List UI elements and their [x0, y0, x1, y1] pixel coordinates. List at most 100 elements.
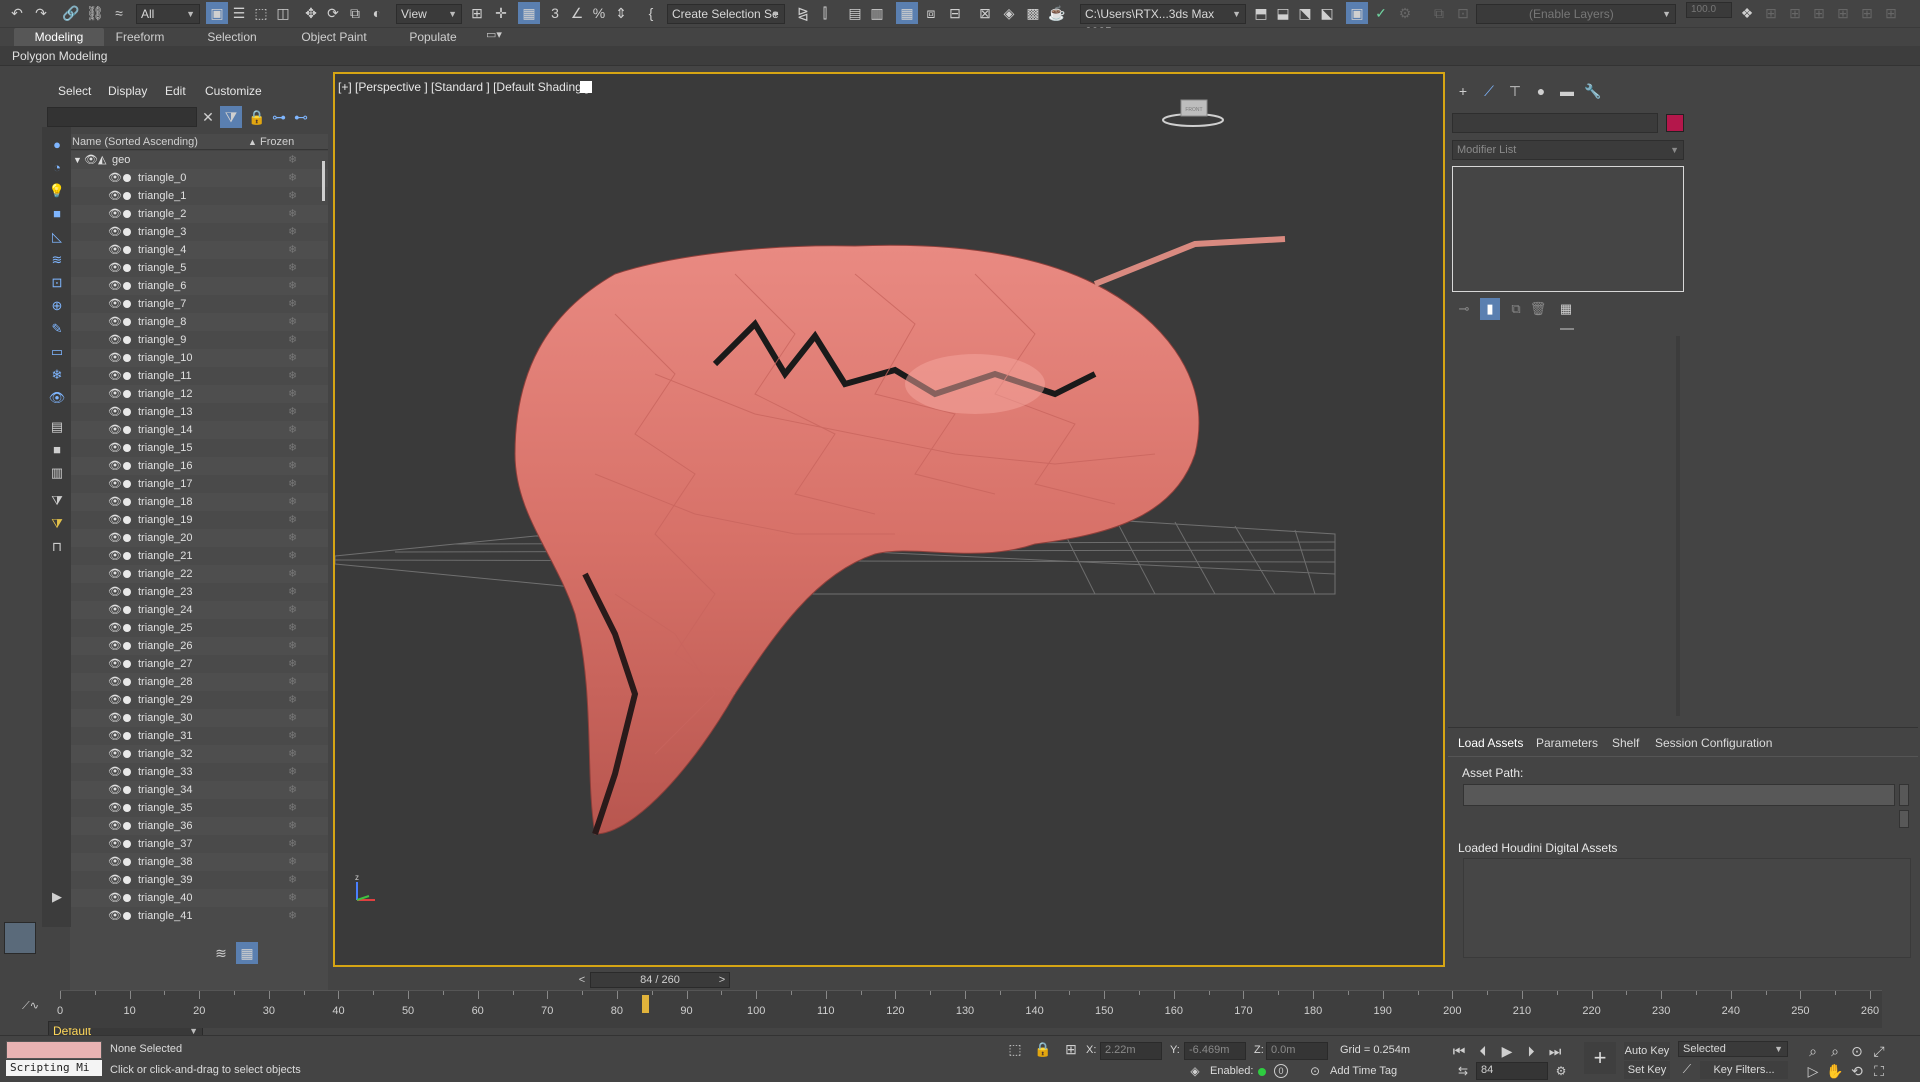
eye-icon[interactable]: 👁 [108, 835, 122, 853]
frozen-icon[interactable]: ❄ [288, 871, 297, 889]
list-item[interactable]: 👁 triangle_16 ❄ [70, 457, 328, 475]
render-icon[interactable]: ☕ [1046, 2, 1068, 24]
current-frame-marker[interactable] [641, 995, 649, 1013]
zoom-extents-all-icon[interactable]: ⤢ [1868, 1040, 1890, 1062]
frozen-icon[interactable]: ❄ [288, 349, 297, 367]
shape-filter-icon[interactable]: ◔ [46, 158, 68, 178]
current-frame-field[interactable]: 84 [1476, 1062, 1548, 1080]
none-filter-icon[interactable]: ■ [46, 440, 68, 460]
save-project-icon[interactable]: ⬓ [1272, 2, 1294, 24]
z-coordinate-field[interactable]: 0.0m [1266, 1042, 1328, 1060]
tab-session-configuration[interactable]: Session Configuration [1655, 736, 1772, 750]
zoom-icon[interactable]: ⌕ [1802, 1040, 1824, 1062]
orbit-icon[interactable]: ⟲ [1846, 1060, 1868, 1082]
zoom-all-icon[interactable]: ⌕ [1824, 1040, 1846, 1062]
eye-icon[interactable]: 👁 [108, 457, 122, 475]
frozen-icon[interactable]: ❄ [288, 619, 297, 637]
filter-icon[interactable]: ⧩ [220, 106, 242, 128]
frozen-icon[interactable]: ❄ [288, 241, 297, 259]
render-dot-icon[interactable] [123, 750, 131, 758]
add-time-tag-button[interactable]: Add Time Tag [1330, 1065, 1397, 1077]
eye-icon[interactable]: 👁 [108, 187, 122, 205]
funnel-icon[interactable]: ⧩ [46, 491, 68, 511]
set-key-plus-button[interactable]: + [1584, 1042, 1616, 1074]
highlight-filter-icon[interactable]: ⧩ [46, 514, 68, 534]
modifier-list-dropdown[interactable]: Modifier List ▼ [1452, 140, 1684, 160]
list-item[interactable]: 👁 triangle_23 ❄ [70, 583, 328, 601]
show-end-result-icon[interactable]: ▮ [1480, 298, 1500, 320]
layer-manager-icon[interactable]: ▦ [236, 942, 258, 964]
make-unique-icon[interactable]: ⧉ [1506, 298, 1526, 320]
render-dot-icon[interactable] [123, 696, 131, 704]
helper-filter-icon[interactable]: ◺ [46, 227, 68, 247]
render-dot-icon[interactable] [123, 300, 131, 308]
eye-icon[interactable]: 👁 [108, 511, 122, 529]
open-project-icon[interactable]: ⬒ [1250, 2, 1272, 24]
next-frame-button[interactable]: > [714, 972, 730, 988]
list-item[interactable]: 👁 triangle_38 ❄ [70, 853, 328, 871]
list-item[interactable]: 👁 triangle_24 ❄ [70, 601, 328, 619]
eye-icon[interactable]: 👁 [108, 259, 122, 277]
configure-sets-icon[interactable]: ▦ [1556, 298, 1576, 320]
list-item[interactable]: 👁 triangle_8 ❄ [70, 313, 328, 331]
list-item[interactable]: 👁 triangle_33 ❄ [70, 763, 328, 781]
frozen-icon[interactable]: ❄ [288, 907, 297, 925]
prev-key-icon[interactable]: ⏴ [1472, 1040, 1494, 1062]
frozen-icon[interactable]: ❄ [288, 475, 297, 493]
list-item[interactable]: 👁 triangle_15 ❄ [70, 439, 328, 457]
eye-icon[interactable]: 👁 [108, 493, 122, 511]
eye-icon[interactable]: 👁 [108, 277, 122, 295]
goto-end-icon[interactable]: ⏭ [1544, 1040, 1566, 1062]
play-icon[interactable]: ▶ [1496, 1040, 1518, 1062]
render-dot-icon[interactable] [123, 660, 131, 668]
eye-icon[interactable]: 👁 [108, 727, 122, 745]
isolate-selection-icon[interactable]: ⬚ [1004, 1038, 1026, 1060]
list-item[interactable]: 👁 triangle_37 ❄ [70, 835, 328, 853]
object-layer-icon[interactable]: ❖ [1736, 2, 1758, 24]
render-dot-icon[interactable] [123, 336, 131, 344]
schematic-view-icon[interactable]: ⊟ [944, 2, 966, 24]
browse-asset-button[interactable] [1899, 784, 1909, 806]
frozen-icon[interactable]: ❄ [288, 565, 297, 583]
curve-editor-toggle-icon[interactable]: ⟋∿ [22, 999, 39, 1013]
render-dot-icon[interactable] [123, 462, 131, 470]
column-name[interactable]: Name (Sorted Ascending) [72, 134, 198, 150]
camera-filter-icon[interactable]: ■ [46, 204, 68, 224]
frozen-icon[interactable]: ❄ [288, 817, 297, 835]
render-dot-icon[interactable] [123, 588, 131, 596]
eye-icon[interactable]: 👁 [108, 205, 122, 223]
curve-editor-icon[interactable]: ⧈ [920, 2, 942, 24]
enabled-toggle[interactable]: 0 [1274, 1064, 1288, 1078]
frozen-icon[interactable]: ❄ [288, 259, 297, 277]
frozen-icon[interactable]: ❄ [288, 205, 297, 223]
list-item[interactable]: 👁 triangle_29 ❄ [70, 691, 328, 709]
selection-filter-dropdown[interactable]: All ▼ [136, 4, 200, 24]
zoom-extents-icon[interactable]: ⊙ [1846, 1040, 1868, 1062]
frozen-filter-icon[interactable]: ❄ [46, 365, 68, 385]
auto-key-button[interactable]: Auto Key [1624, 1042, 1670, 1060]
list-item[interactable]: 👁 triangle_31 ❄ [70, 727, 328, 745]
enable-layers-dropdown[interactable]: (Enable Layers) ▼ [1476, 4, 1676, 24]
list-item[interactable]: 👁 triangle_28 ❄ [70, 673, 328, 691]
eye-icon[interactable]: 👁 [108, 169, 122, 187]
list-item[interactable]: 👁 triangle_41 ❄ [70, 907, 328, 925]
list-item[interactable]: 👁 triangle_19 ❄ [70, 511, 328, 529]
reference-coordinate-dropdown[interactable]: View ▼ [396, 4, 462, 24]
selection-lock-icon[interactable]: 🔒 [1032, 1038, 1054, 1060]
link-icon[interactable]: 🔗 [60, 2, 82, 24]
menu-display[interactable]: Display [108, 84, 147, 98]
frozen-icon[interactable]: ❄ [288, 799, 297, 817]
tool-e-icon[interactable]: ⊞ [1856, 2, 1878, 24]
object-name-field[interactable] [1452, 113, 1658, 133]
all-filter-icon[interactable]: ▤ [46, 417, 68, 437]
display-tab-icon[interactable]: ▬ [1556, 80, 1578, 102]
maxscript-listener[interactable] [6, 1041, 102, 1059]
loaded-assets-list[interactable] [1463, 858, 1911, 958]
eye-icon[interactable]: 👁 [108, 709, 122, 727]
redo-icon[interactable]: ↷ [30, 2, 52, 24]
frozen-icon[interactable]: ❄ [288, 835, 297, 853]
render-dot-icon[interactable] [123, 804, 131, 812]
layers-icon[interactable]: ⧉ [1428, 2, 1450, 24]
render-dot-icon[interactable] [123, 570, 131, 578]
timeline-track[interactable]: 0 10 20 30 40 50 60 70 80 90 100 110 120 130 140 150 160… [57, 990, 1882, 1028]
